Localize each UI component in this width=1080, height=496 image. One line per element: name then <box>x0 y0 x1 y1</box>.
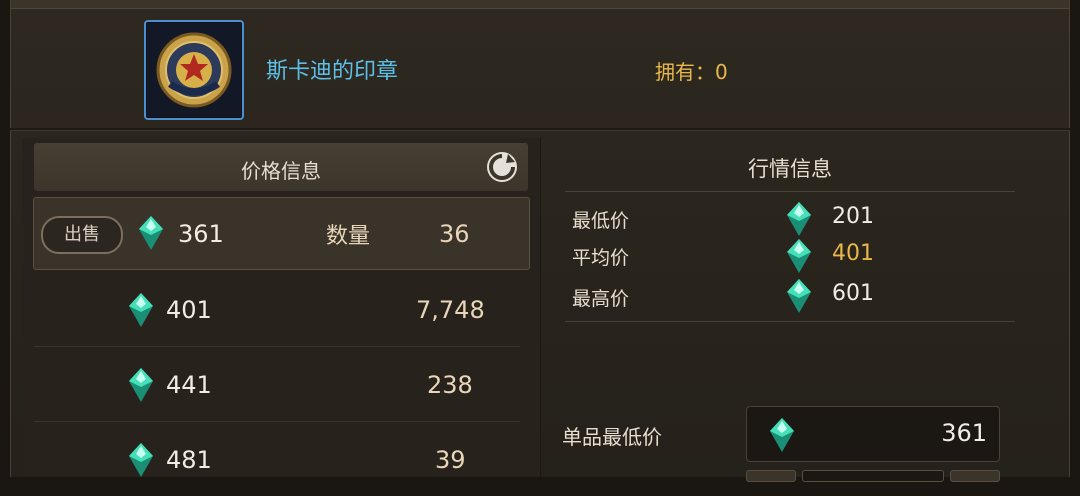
listing-qty: 7,748 <box>416 296 485 324</box>
max-price-value: 601 <box>832 281 874 306</box>
window-top-border <box>11 0 1069 9</box>
market-info-title: 行情信息 <box>748 157 832 181</box>
owned-count: 拥有：0 <box>655 60 728 84</box>
listing-row[interactable]: 481 39 <box>34 422 520 496</box>
refresh-icon <box>487 152 517 182</box>
quantity-label: 数量 <box>326 224 371 249</box>
gem-icon <box>770 418 794 452</box>
quantity-input[interactable] <box>802 470 944 482</box>
listing-qty: 238 <box>427 371 473 399</box>
listing-price: 441 <box>166 371 212 399</box>
selected-listing-row[interactable]: 出售 361 数量 36 <box>33 197 530 270</box>
gem-icon <box>129 293 153 327</box>
refresh-button[interactable] <box>484 149 520 185</box>
unit-min-price-field[interactable]: 361 <box>746 406 1000 462</box>
gem-icon <box>129 443 153 477</box>
item-name: 斯卡迪的印章 <box>266 59 399 84</box>
market-divider <box>565 191 1015 192</box>
min-price-value: 201 <box>832 204 874 229</box>
listing-qty: 39 <box>435 446 466 474</box>
selected-price: 361 <box>178 220 224 248</box>
increase-button[interactable] <box>950 470 1000 482</box>
unit-min-price-value: 361 <box>941 419 987 447</box>
gem-icon <box>787 202 811 236</box>
item-seal-icon[interactable] <box>144 20 244 120</box>
avg-price-value: 401 <box>832 241 874 266</box>
header-divider <box>10 128 1070 131</box>
gem-icon <box>139 216 163 250</box>
gem-icon <box>787 279 811 313</box>
unit-min-price-label: 单品最低价 <box>562 425 662 449</box>
listing-row[interactable]: 441 238 <box>34 347 520 422</box>
gem-icon <box>129 368 153 402</box>
seal-icon <box>156 32 232 108</box>
avg-price-label: 平均价 <box>572 247 630 269</box>
listing-price: 481 <box>166 446 212 474</box>
price-info-header: 价格信息 <box>34 143 528 191</box>
price-info-title: 价格信息 <box>241 159 321 183</box>
decrease-button[interactable] <box>746 470 796 482</box>
gem-icon <box>787 239 811 273</box>
listing-price: 401 <box>166 296 212 324</box>
sell-button[interactable]: 出售 <box>41 216 123 254</box>
listing-row[interactable]: 401 7,748 <box>34 272 520 347</box>
market-divider <box>565 321 1015 322</box>
selected-qty: 36 <box>439 220 470 248</box>
max-price-label: 最高价 <box>572 288 630 310</box>
min-price-label: 最低价 <box>572 210 630 232</box>
